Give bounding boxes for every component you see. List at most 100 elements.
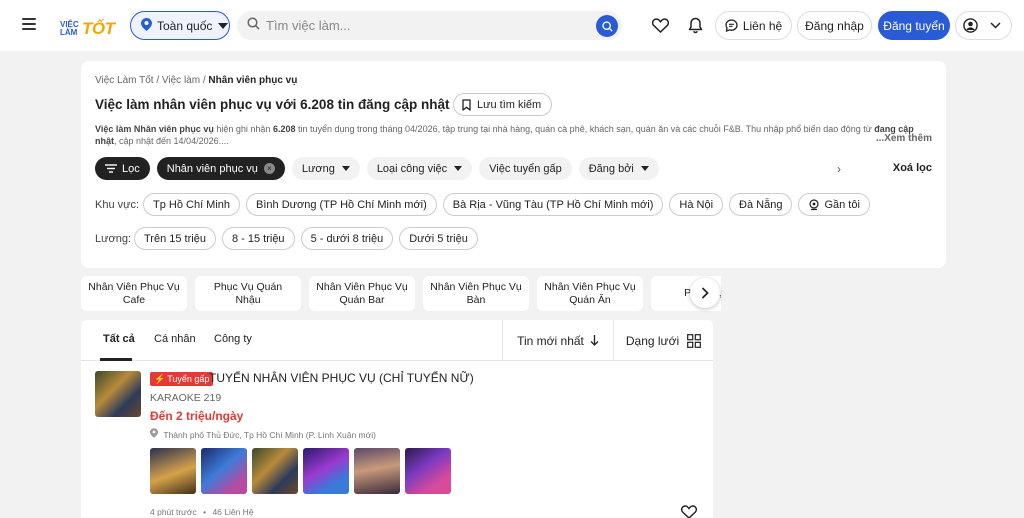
desc-keyword: Việc làm Nhân viên phục vụ — [95, 124, 214, 134]
location-selector[interactable]: Toàn quốc — [130, 11, 230, 40]
desc-text: , cập nhật đến 14/04/2026.... — [114, 136, 229, 146]
chevron-down-icon — [640, 166, 649, 171]
chevron-down-icon — [990, 22, 1001, 29]
salary-text: Đến 2 triệu/ngày — [150, 409, 244, 423]
search-input[interactable] — [266, 18, 586, 33]
chevron-down-icon — [454, 166, 463, 171]
listing-photo[interactable] — [354, 448, 400, 494]
page-title: Việc làm nhân viên phục vụ với 6.208 tin… — [95, 97, 502, 112]
tab-personal[interactable]: Cá nhân — [154, 333, 196, 345]
near-me-label: Gần tôi — [824, 198, 860, 211]
area-option[interactable]: Đà Nẵng — [729, 193, 793, 216]
desc-text: hiện ghi nhận — [213, 124, 273, 134]
urgent-badge: ⚡ Tuyển gấp — [150, 372, 214, 386]
category-card[interactable]: Nhân Viên Phục Vụ Quán Ăn — [537, 276, 643, 311]
search-submit-button[interactable] — [596, 15, 618, 37]
salary-filter-dropdown[interactable]: Lương — [291, 157, 360, 180]
active-tab-indicator — [100, 358, 132, 361]
breadcrumb-separator: / — [156, 75, 160, 86]
salary-option[interactable]: 5 - dưới 8 triệu — [300, 227, 394, 250]
chevron-right-icon[interactable]: › — [837, 162, 841, 176]
breadcrumb-home[interactable]: Việc Làm Tốt — [95, 75, 154, 86]
job-type-filter-label: Loại công việc — [376, 162, 448, 175]
location-pin-icon — [141, 17, 152, 34]
category-carousel: Nhân Viên Phục Vụ Cafe Phục Vụ Quán Nhậu… — [81, 276, 721, 311]
post-job-button[interactable]: Đăng tuyển — [878, 11, 950, 40]
location-target-icon — [808, 198, 820, 211]
save-search-label: Lưu tìm kiếm — [477, 98, 542, 111]
breadcrumb-current: Nhân viên phục vụ — [208, 75, 298, 86]
near-me-button[interactable]: Gần tôi — [798, 193, 870, 216]
job-location-text: Thành phố Thủ Đức, Tp Hồ Chí Minh (P. Li… — [163, 430, 376, 440]
job-type-filter-dropdown[interactable]: Loại công việc — [366, 157, 473, 180]
listing-photo[interactable] — [150, 448, 196, 494]
contact-label: Liên hệ — [742, 18, 783, 33]
chat-icon — [725, 19, 738, 32]
contact-button[interactable]: Liên hệ — [715, 11, 792, 40]
lightning-icon: ⚡ — [154, 373, 166, 384]
salary-option[interactable]: Trên 15 triệu — [134, 227, 216, 250]
category-card[interactable]: Nhân Viên Phục Vụ Quán Bar — [309, 276, 415, 311]
search-icon — [247, 16, 260, 35]
job-title-link[interactable]: TUYỂN NHÂN VIÊN PHỤC VỤ (CHỈ TUYỂN NỮ) — [209, 371, 474, 385]
area-option[interactable]: Hà Nội — [669, 193, 724, 216]
urgent-jobs-filter[interactable]: Việc tuyển gấp — [479, 157, 572, 180]
area-option[interactable]: Bình Dương (TP Hồ Chí Minh mới) — [246, 193, 437, 216]
sort-label: Tin mới nhất — [517, 333, 584, 348]
listing-photo[interactable] — [405, 448, 451, 494]
close-icon[interactable]: × — [263, 163, 275, 174]
area-option[interactable]: Tp Hồ Chí Minh — [143, 193, 241, 216]
category-card[interactable]: Nhân Viên Phục Vụ Cafe — [81, 276, 187, 311]
chevron-down-icon — [218, 22, 229, 29]
grid-view-label: Dạng lưới — [625, 333, 680, 348]
save-search-button[interactable]: Lưu tìm kiếm — [453, 93, 553, 116]
grid-view-toggle[interactable]: Dạng lưới — [613, 320, 713, 361]
search-bar — [237, 11, 622, 40]
listing-photo[interactable] — [201, 448, 247, 494]
top-header: VIỆC LÀM TỐT Toàn quốc Liên hệ Đăng nhập… — [0, 0, 1024, 51]
login-button[interactable]: Đăng nhập — [797, 11, 872, 40]
breadcrumb-section[interactable]: Việc làm — [162, 75, 200, 86]
salary-option[interactable]: 8 - 15 triệu — [221, 227, 295, 250]
logo-small-text: VIỆC LÀM — [60, 20, 79, 37]
tab-all[interactable]: Tất cả — [103, 333, 135, 345]
posted-by-filter-dropdown[interactable]: Đăng bởi — [578, 157, 659, 180]
see-more-link[interactable]: ...Xem thêm — [876, 133, 932, 144]
account-menu[interactable] — [955, 11, 1012, 40]
bookmark-icon — [462, 98, 471, 111]
filter-button[interactable]: Lọc — [95, 157, 150, 180]
job-location: Thành phố Thủ Đức, Tp Hồ Chí Minh (P. Li… — [150, 428, 376, 440]
sort-dropdown[interactable]: Tin mới nhất — [502, 320, 613, 361]
save-job-heart-icon[interactable] — [680, 505, 698, 518]
user-avatar-icon — [963, 18, 978, 33]
company-name: KARAOKE 219 — [150, 392, 222, 404]
listing-thumbnail[interactable] — [95, 371, 141, 417]
posted-time: 4 phút trước — [150, 507, 197, 517]
area-option[interactable]: Bà Rịa - Vũng Tàu (TP Hồ Chí Minh mới) — [442, 193, 664, 216]
clear-filters-button[interactable]: Xoá lọc — [893, 162, 932, 174]
listing-photo[interactable] — [252, 448, 298, 494]
category-card[interactable]: Phục Vụ Quán Nhậu — [195, 276, 301, 311]
location-pin-icon — [150, 428, 160, 440]
site-logo[interactable]: VIỆC LÀM TỐT — [60, 15, 115, 37]
heart-icon[interactable] — [649, 14, 671, 36]
salary-option[interactable]: Dưới 5 triệu — [399, 227, 478, 250]
arrow-down-icon — [590, 335, 599, 346]
category-card[interactable]: Nhân Viên Phục Vụ Bàn — [423, 276, 529, 311]
meta-separator: • — [203, 507, 207, 517]
carousel-next-button[interactable] — [690, 278, 720, 308]
chevron-right-icon — [701, 287, 709, 299]
bell-icon[interactable] — [684, 14, 706, 36]
logo-big-text: TỐT — [82, 19, 115, 38]
salary-label: Lương: — [95, 233, 131, 245]
location-label: Toàn quốc — [157, 18, 213, 33]
listing-photo[interactable] — [303, 448, 349, 494]
page-description: Việc làm Nhân viên phục vụ hiện ghi nhận… — [95, 123, 935, 147]
breadcrumb-separator: / — [202, 75, 206, 86]
area-label: Khu vực: — [95, 199, 140, 211]
active-filter-chip[interactable]: Nhân viên phục vụ × — [156, 157, 285, 180]
chevron-down-icon — [341, 166, 350, 171]
tab-company[interactable]: Công ty — [214, 333, 252, 345]
menu-icon[interactable] — [22, 18, 36, 30]
job-listing-panel: Tất cả Cá nhân Công ty Tin mới nhất Dạng… — [81, 320, 713, 518]
